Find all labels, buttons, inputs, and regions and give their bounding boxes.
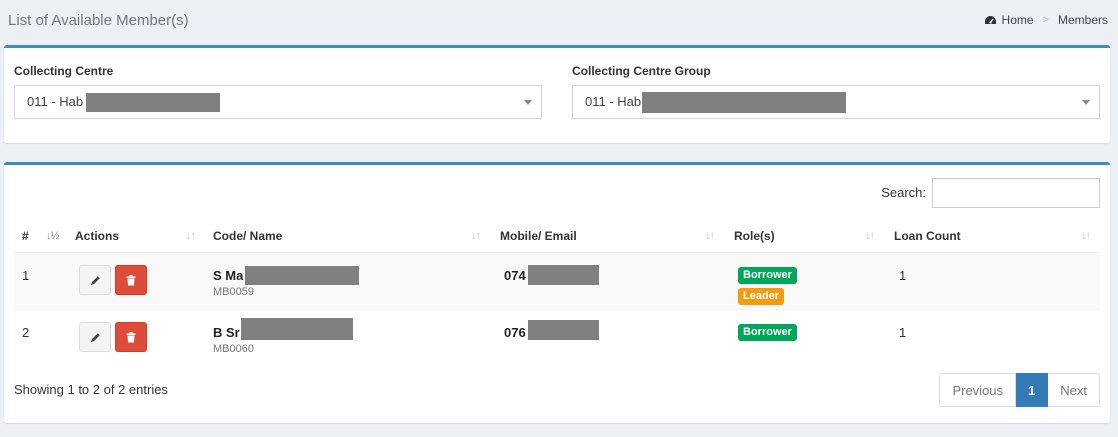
sort-icon[interactable]: ↓↑ <box>186 230 196 242</box>
delete-button[interactable] <box>115 265 147 295</box>
column-header-actions[interactable]: Actions <box>75 229 119 243</box>
search-label: Search: <box>881 185 926 200</box>
page-header: List of Available Member(s) Home > Membe… <box>0 0 1118 44</box>
redacted-block <box>642 92 846 113</box>
collecting-centre-label: Collecting Centre <box>14 64 114 78</box>
sort-icon[interactable]: ↓↑ <box>471 230 481 242</box>
sort-icon[interactable]: ↓↑ <box>1081 230 1091 242</box>
breadcrumb-separator: > <box>1042 14 1049 26</box>
collecting-centre-group-label: Collecting Centre Group <box>572 64 711 78</box>
loan-count: 1 <box>899 268 907 283</box>
members-table-panel: Search: # ↓½ Actions ↓↑ Code/ Name ↓↑ Mo… <box>4 162 1110 423</box>
member-name: B Sr <box>213 325 240 340</box>
table-info: Showing 1 to 2 of 2 entries <box>14 382 168 397</box>
role-badge-borrower: Borrower <box>738 267 797 284</box>
breadcrumb-current: Members <box>1057 13 1108 27</box>
column-header-loan-count[interactable]: Loan Count <box>894 229 961 243</box>
filter-panel: Collecting Centre 011 - Hab Collecting C… <box>4 45 1110 143</box>
table-row: 1 S Ma MB0059 074 Borrower Leader 1 <box>14 254 1100 311</box>
delete-button[interactable] <box>115 322 147 352</box>
chevron-down-icon <box>524 100 532 105</box>
column-header-index[interactable]: # <box>22 229 29 243</box>
redacted-block <box>86 93 220 112</box>
redacted-block <box>528 265 599 285</box>
column-header-roles[interactable]: Role(s) <box>734 229 775 243</box>
member-mobile: 076 <box>504 325 526 340</box>
member-code: MB0060 <box>213 343 254 355</box>
sort-numeric-asc-icon[interactable]: ↓½ <box>46 230 60 242</box>
sort-icon[interactable]: ↓↑ <box>865 230 875 242</box>
dashboard-icon <box>984 15 997 26</box>
pencil-icon <box>90 332 100 342</box>
member-mobile: 074 <box>504 268 526 283</box>
search-input[interactable] <box>932 178 1100 208</box>
role-badge-borrower: Borrower <box>738 324 797 341</box>
pagination: Previous 1 Next <box>939 373 1100 407</box>
header-divider <box>14 252 1100 253</box>
table-row: 2 B Sr MB0060 076 Borrower 1 <box>14 311 1100 368</box>
collecting-centre-value: 011 - Hab <box>27 94 84 109</box>
column-header-mobile-email[interactable]: Mobile/ Email <box>500 229 577 243</box>
loan-count: 1 <box>899 325 907 340</box>
chevron-down-icon <box>1082 100 1090 105</box>
edit-button[interactable] <box>79 322 111 352</box>
pencil-icon <box>90 275 100 285</box>
page-title: List of Available Member(s) <box>8 12 189 29</box>
breadcrumb: Home > Members <box>984 13 1108 27</box>
trash-icon <box>126 274 136 285</box>
breadcrumb-home-link[interactable]: Home <box>1002 13 1034 27</box>
role-badge-leader: Leader <box>738 288 785 305</box>
edit-button[interactable] <box>79 265 111 295</box>
pagination-next-button[interactable]: Next <box>1048 373 1100 407</box>
redacted-block <box>245 266 359 285</box>
collecting-centre-group-value: 011 - Hab <box>585 94 642 109</box>
redacted-block <box>241 318 353 340</box>
member-code: MB0059 <box>213 286 254 298</box>
trash-icon <box>126 331 136 342</box>
pagination-page-1[interactable]: 1 <box>1016 373 1049 407</box>
row-index: 2 <box>22 325 30 340</box>
pagination-previous-button[interactable]: Previous <box>939 373 1017 407</box>
row-index: 1 <box>22 268 30 283</box>
member-name: S Ma <box>213 268 244 283</box>
sort-icon[interactable]: ↓↑ <box>705 230 715 242</box>
column-header-code-name[interactable]: Code/ Name <box>213 229 282 243</box>
redacted-block <box>528 320 599 340</box>
